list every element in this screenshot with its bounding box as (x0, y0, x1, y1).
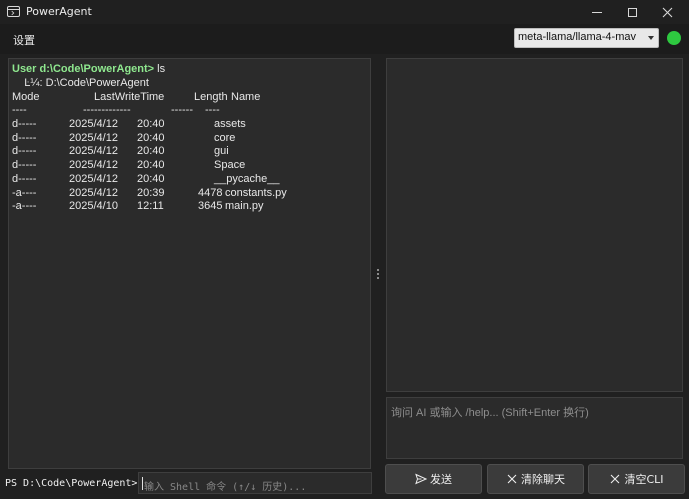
x-icon (611, 474, 620, 484)
terminal-window-icon (7, 6, 20, 17)
window-title: PowerAgent (26, 5, 92, 18)
row-time: 20:40 (137, 172, 165, 185)
chat-input[interactable]: 询问 AI 或输入 /help... (Shift+Enter 换行) (386, 397, 683, 459)
row-name: gui (214, 145, 229, 158)
header-mode: Mode (12, 91, 40, 103)
row-mode: -a---- (12, 200, 37, 213)
close-button[interactable] (650, 0, 684, 24)
row-length: 3645 (198, 200, 223, 213)
model-select-value: meta-llama/llama-4-mav (518, 31, 636, 43)
row-name: core (214, 131, 236, 144)
sep-lastwritetime: ------------- (83, 104, 131, 116)
row-date: 2025/4/12 (69, 118, 118, 130)
terminal-output[interactable]: User d:\Code\PowerAgent> ls Ŀ¼: D:\Code\… (8, 58, 371, 469)
row-time: 20:40 (137, 145, 165, 158)
maximize-button[interactable] (615, 0, 649, 24)
clear-chat-button-label: 清除聊天 (521, 473, 565, 486)
row-time: 20:40 (137, 131, 165, 144)
chat-history[interactable] (386, 58, 683, 392)
sep-length: ------ (171, 104, 193, 116)
row-mode: d----- (12, 131, 37, 144)
row-mode: d----- (12, 159, 37, 172)
status-indicator (667, 31, 681, 45)
clear-cli-button[interactable]: 清空CLI (588, 464, 685, 494)
header-length: Length (194, 91, 228, 103)
prompt-line: User d:\Code\PowerAgent> ls (12, 63, 165, 76)
row-mode: -a---- (12, 186, 37, 199)
send-button-label: 发送 (430, 473, 452, 486)
minimize-icon (592, 11, 602, 13)
x-icon (507, 474, 517, 484)
row-date: 2025/4/12 (69, 145, 118, 158)
row-date: 2025/4/12 (69, 172, 118, 185)
row-date: 2025/4/12 (69, 186, 118, 199)
header-lastwritetime: LastWriteTime (94, 91, 165, 103)
close-icon (662, 7, 672, 17)
row-mode: d----- (12, 118, 37, 130)
send-button[interactable]: 发送 (385, 464, 482, 494)
row-time: 20:39 (137, 186, 165, 199)
directory-line: Ŀ¼: D:\Code\PowerAgent (12, 77, 149, 89)
maximize-icon (627, 7, 637, 17)
row-mode: d----- (12, 145, 37, 158)
header-name: Name (231, 91, 261, 103)
menu-settings[interactable]: 设置 (13, 32, 35, 48)
clear-cli-button-label: 清空CLI (624, 473, 664, 486)
minimize-button[interactable] (580, 0, 614, 24)
row-date: 2025/4/10 (69, 200, 118, 213)
ps-prompt-label: PS D:\Code\PowerAgent> (5, 478, 138, 489)
paper-plane-icon (415, 473, 427, 485)
splitter-handle[interactable] (376, 268, 380, 284)
row-date: 2025/4/12 (69, 131, 118, 144)
row-time: 12:11 (137, 200, 164, 213)
title-bar: PowerAgent (0, 0, 689, 24)
row-name: Space (214, 159, 246, 172)
prompt-user: User d:\Code\PowerAgent> (12, 63, 155, 75)
model-select[interactable]: meta-llama/llama-4-mav (514, 28, 659, 48)
shell-command-input[interactable]: 输入 Shell 命令 (↑/↓ 历史)... (138, 472, 372, 494)
sep-name: ---- (205, 104, 220, 116)
prompt-command: ls (154, 63, 166, 75)
row-name: constants.py (225, 186, 287, 199)
chevron-down-icon (648, 36, 654, 40)
row-length: 4478 (198, 186, 223, 199)
row-time: 20:40 (137, 159, 165, 172)
row-name: __pycache__ (214, 172, 280, 185)
row-date: 2025/4/12 (69, 159, 118, 172)
row-time: 20:40 (137, 118, 165, 130)
row-name: main.py (225, 200, 264, 213)
sep-mode: ---- (12, 104, 27, 116)
row-mode: d----- (12, 172, 37, 185)
row-name: assets (214, 118, 246, 130)
clear-chat-button[interactable]: 清除聊天 (487, 464, 584, 494)
